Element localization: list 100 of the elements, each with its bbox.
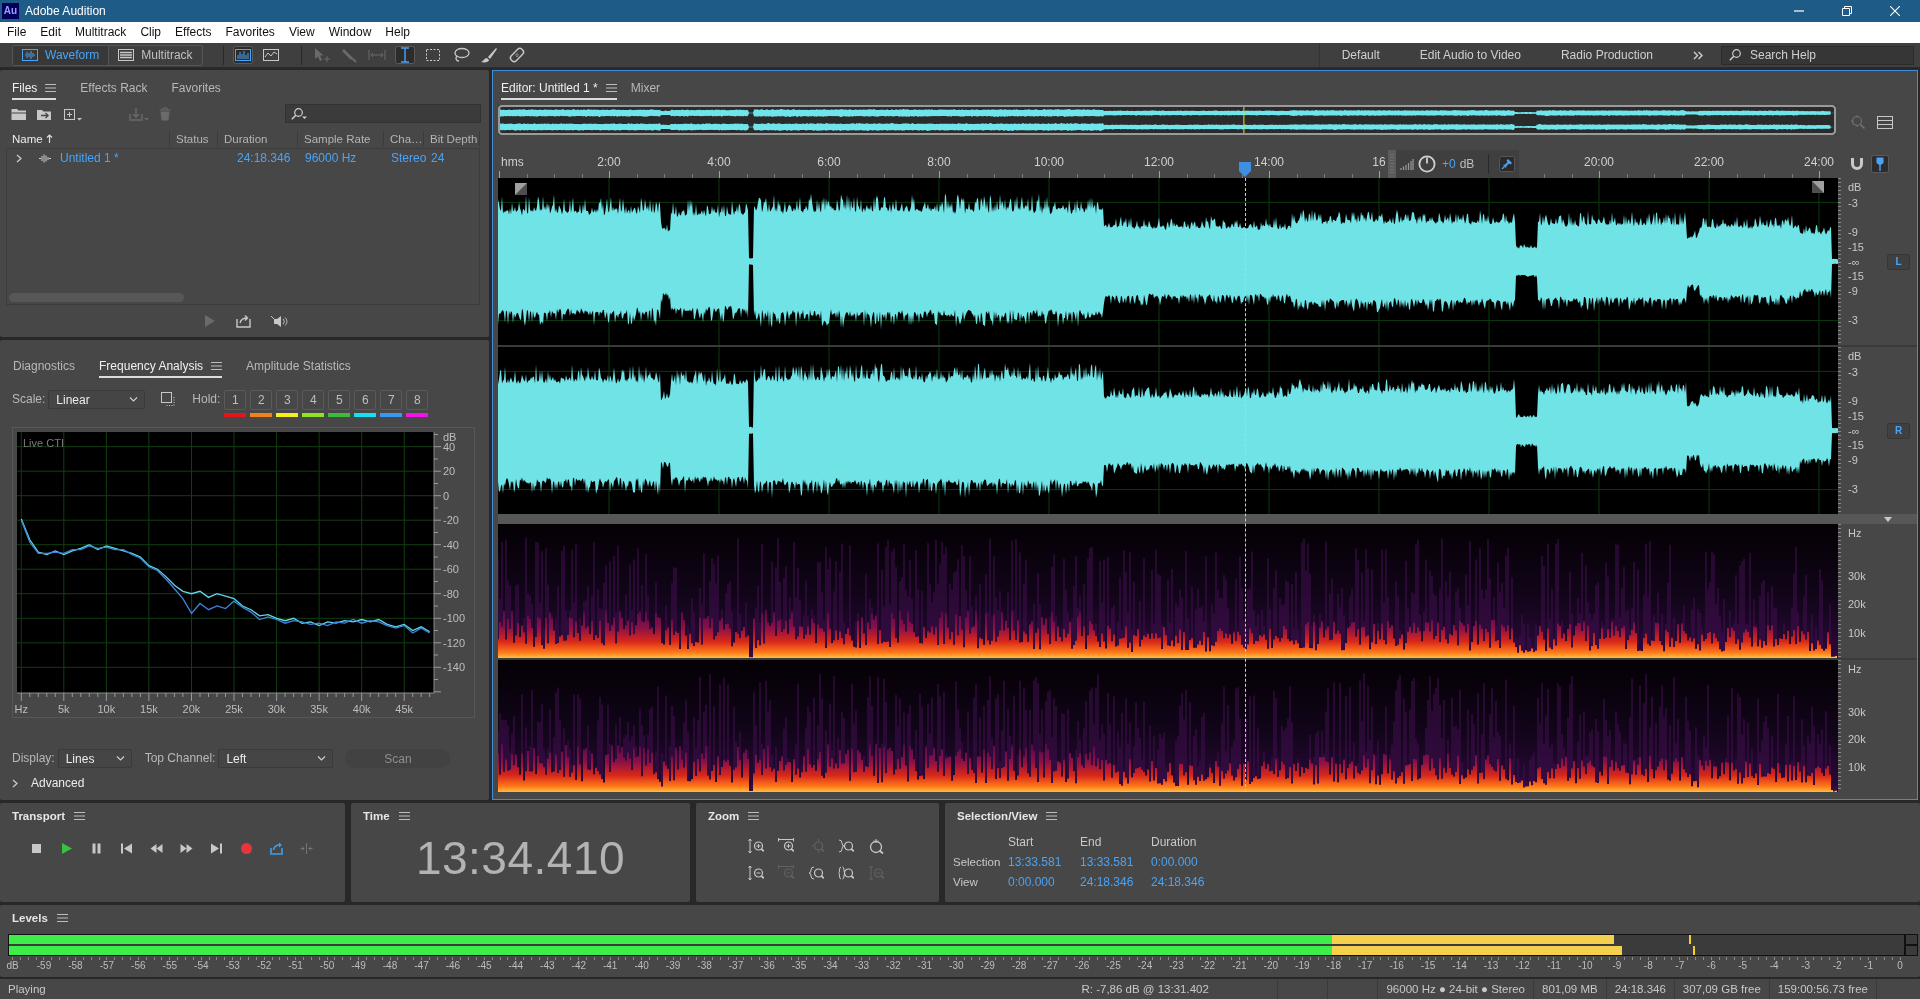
scale-dropdown[interactable]: Linear (48, 390, 146, 409)
magnet-icon[interactable] (1848, 155, 1866, 173)
zoom-out-amplitude-icon[interactable] (748, 865, 764, 881)
hold-button[interactable]: 2 (250, 390, 273, 410)
panel-tab[interactable]: Diagnostics (13, 356, 76, 378)
restore-icon[interactable] (1842, 6, 1852, 16)
spectrogram-view-icon[interactable] (232, 46, 253, 64)
list-icon[interactable] (1877, 115, 1893, 129)
workspace-tab[interactable]: Radio Production (1560, 48, 1653, 62)
menu-icon[interactable] (748, 812, 760, 820)
panel-tab[interactable]: Editor: Untitled 1 * (501, 78, 617, 100)
hold-button[interactable]: 4 (302, 390, 325, 410)
playhead-handle-icon[interactable] (1239, 162, 1252, 177)
zoom-in-time-icon[interactable] (778, 838, 794, 854)
channel-dropdown[interactable]: Left (218, 749, 334, 768)
menu-icon[interactable] (211, 362, 223, 370)
column-header[interactable]: Status (170, 131, 218, 146)
menu-icon[interactable] (1046, 812, 1058, 820)
skip-forward-icon[interactable] (210, 842, 223, 855)
fast-forward-icon[interactable] (180, 842, 193, 855)
skip-back-icon[interactable] (120, 842, 133, 855)
menu-item[interactable]: Effects (168, 22, 219, 43)
menu-item[interactable]: Favorites (218, 22, 282, 43)
zoom-full-icon[interactable] (868, 838, 884, 854)
panel-tab[interactable]: Effects Rack (80, 78, 148, 100)
knob-icon[interactable] (1418, 155, 1436, 173)
rewind-icon[interactable] (150, 842, 163, 855)
stop-icon[interactable] (30, 842, 43, 855)
search-field[interactable]: Search Help (1721, 45, 1914, 65)
zoom-in-out-points-icon[interactable] (838, 865, 854, 881)
chevron-icon[interactable] (15, 153, 23, 163)
marker-icon[interactable] (1871, 155, 1889, 173)
menu-item[interactable]: Edit (33, 22, 69, 43)
collapse-arrow-icon[interactable] (1884, 516, 1892, 522)
overview-waveform[interactable] (498, 105, 1836, 135)
play-icon[interactable] (60, 842, 73, 855)
pin-icon[interactable] (1499, 156, 1516, 172)
search-field[interactable] (285, 104, 481, 123)
column-header[interactable]: Sample Rate (298, 131, 384, 146)
time-value[interactable]: 0:00.000 (1005, 875, 1077, 889)
zoom-in-amplitude-icon[interactable] (748, 838, 764, 854)
mode-button[interactable]: Multitrack (108, 45, 202, 65)
export-icon[interactable] (235, 314, 254, 328)
panel-tab[interactable]: Frequency Analysis (99, 356, 223, 378)
time-value[interactable]: 13:33.581 (1005, 855, 1077, 869)
pitch-view-icon[interactable] (260, 46, 281, 64)
time-value[interactable]: 24:18.346 (1148, 875, 1228, 889)
hold-button[interactable]: 3 (276, 390, 299, 410)
menu-item[interactable]: Window (321, 22, 379, 43)
text-cursor-icon[interactable] (394, 46, 415, 64)
menu-item[interactable]: File (0, 22, 34, 43)
time-value[interactable]: 13:33.581 (1077, 855, 1148, 869)
menu-item[interactable]: Clip (133, 22, 169, 43)
grip-icon[interactable] (1388, 150, 1396, 178)
loop-icon[interactable] (270, 842, 283, 855)
hold-button[interactable]: 5 (328, 390, 351, 410)
workspace-tab[interactable]: Edit Audio to Video (1419, 48, 1521, 62)
gain-hud[interactable]: +0 dB (1388, 150, 1520, 178)
column-header[interactable]: Bit Depth (424, 131, 480, 146)
clip-indicator-icon[interactable] (1905, 934, 1918, 956)
file-name[interactable]: Untitled 1 * (60, 151, 119, 165)
column-header[interactable]: Duration (218, 131, 298, 146)
menu-icon[interactable] (398, 812, 410, 820)
display-dropdown[interactable]: Lines (57, 749, 132, 768)
panel-tab[interactable]: Files (12, 78, 57, 100)
gain-value[interactable]: +0 (1442, 157, 1456, 171)
mode-button[interactable]: Waveform (13, 45, 109, 65)
frame-icon[interactable] (161, 392, 176, 406)
time-value[interactable]: 24:18.346 (1077, 875, 1148, 889)
menu-item[interactable]: View (281, 22, 322, 43)
channel-toggle[interactable]: L (1887, 253, 1910, 270)
fade-handle-icon[interactable] (515, 183, 527, 195)
double-chevron-icon[interactable] (1693, 50, 1703, 60)
menu-item[interactable]: Multitrack (68, 22, 134, 43)
workspace-tab[interactable]: Default (1341, 48, 1380, 62)
hold-button[interactable]: 8 (406, 390, 429, 410)
panel-tab[interactable]: Mixer (630, 78, 661, 100)
column-header[interactable]: Name (6, 131, 170, 146)
panel-tab[interactable]: Amplitude Statistics (246, 356, 351, 378)
speaker-icon[interactable] (269, 314, 288, 328)
new-file-icon[interactable] (63, 106, 83, 121)
menu-icon[interactable] (605, 84, 617, 92)
menu-item[interactable]: Help (378, 22, 418, 43)
hold-button[interactable]: 6 (354, 390, 377, 410)
zoom-out-point-icon[interactable] (808, 865, 824, 881)
menu-icon[interactable] (74, 812, 86, 820)
pause-icon[interactable] (90, 842, 103, 855)
menu-icon[interactable] (56, 914, 68, 922)
advanced-toggle[interactable]: Advanced (0, 775, 85, 791)
time-value[interactable]: 0:00.000 (1148, 855, 1228, 869)
menu-icon[interactable] (45, 84, 57, 92)
close-icon[interactable] (1890, 6, 1900, 16)
folder-icon[interactable] (11, 106, 27, 121)
zoom-in-point-icon[interactable] (838, 838, 854, 854)
channel-toggle[interactable]: R (1887, 422, 1910, 439)
column-header[interactable]: Cha… (384, 131, 424, 146)
hold-button[interactable]: 1 (224, 390, 247, 410)
panel-tab[interactable]: Favorites (171, 78, 221, 100)
fade-handle-icon[interactable] (1812, 181, 1824, 193)
hold-button[interactable]: 7 (380, 390, 403, 410)
